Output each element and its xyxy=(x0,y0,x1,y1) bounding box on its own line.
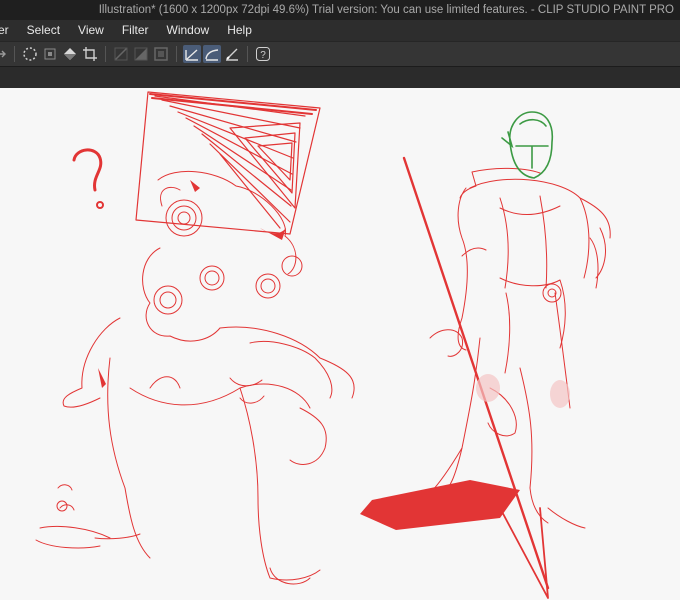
title-bar: Illustration* (1600 x 1200px 72dpi 49.6%… xyxy=(0,0,680,20)
menu-bar: er Select View Filter Window Help xyxy=(0,20,680,41)
redo-icon[interactable] xyxy=(0,45,8,63)
toolbar-separator xyxy=(105,46,106,62)
menu-layer[interactable]: er xyxy=(0,20,18,41)
ruler-icon[interactable] xyxy=(112,45,130,63)
svg-text:?: ? xyxy=(260,50,266,61)
menu-view[interactable]: View xyxy=(69,20,113,41)
spear-tip xyxy=(499,507,549,599)
menu-select[interactable]: Select xyxy=(18,20,69,41)
stroke-correction-icon[interactable] xyxy=(183,45,201,63)
tool-property-bar xyxy=(0,66,680,89)
knight-blush-right xyxy=(550,380,570,408)
transform-icon[interactable] xyxy=(41,45,59,63)
command-bar: ? xyxy=(0,41,680,66)
menu-help[interactable]: Help xyxy=(218,20,261,41)
question-mark-dot xyxy=(96,201,104,209)
toolbar-separator xyxy=(14,46,15,62)
large-figure-sketch xyxy=(35,170,355,585)
menu-window[interactable]: Window xyxy=(158,20,219,41)
fill-icon[interactable] xyxy=(61,45,79,63)
window-title: Illustration* (1600 x 1200px 72dpi 49.6%… xyxy=(98,4,674,16)
gradient-icon[interactable] xyxy=(132,45,150,63)
large-figure-shade xyxy=(98,180,286,388)
snap-icon[interactable] xyxy=(21,45,39,63)
help-icon[interactable]: ? xyxy=(254,45,272,63)
curve-icon[interactable] xyxy=(203,45,221,63)
crop-icon[interactable] xyxy=(81,45,99,63)
sketch-artwork xyxy=(35,91,611,599)
knight-blush-left xyxy=(476,374,500,402)
question-mark-sketch xyxy=(72,148,103,192)
knight-shadow xyxy=(360,480,520,530)
toolbar-separator xyxy=(176,46,177,62)
pyramid-head-sketch xyxy=(135,91,321,235)
frame-icon[interactable] xyxy=(152,45,170,63)
knight-figure-sketch xyxy=(429,167,611,529)
drawing-canvas[interactable] xyxy=(0,88,680,600)
pen-pressure-icon[interactable] xyxy=(223,45,241,63)
menu-filter[interactable]: Filter xyxy=(113,20,158,41)
toolbar-separator xyxy=(247,46,248,62)
